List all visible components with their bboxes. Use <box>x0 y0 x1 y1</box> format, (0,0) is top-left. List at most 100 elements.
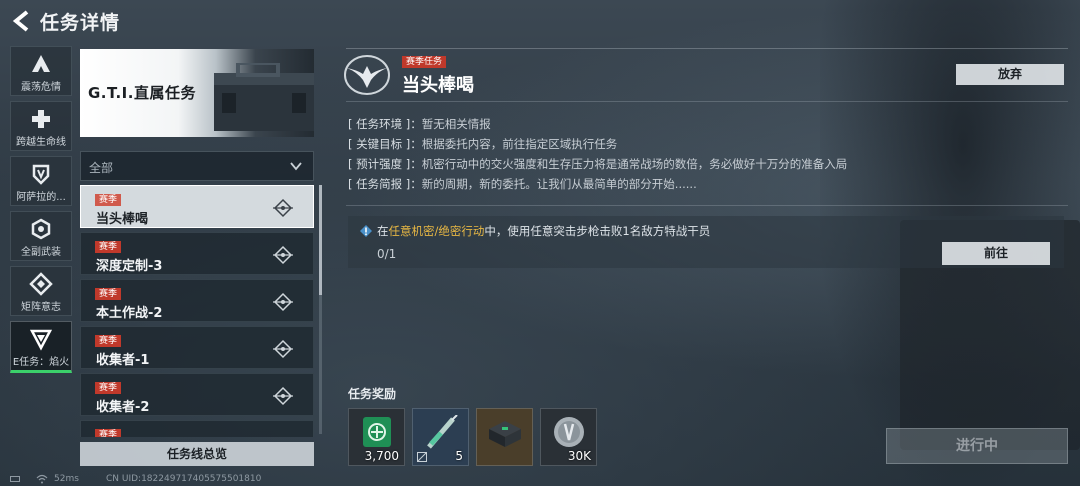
mission-name: 收集者-1 <box>96 353 150 368</box>
info-value: 新的周期，新的委托。让我们从最简单的部分开始...... <box>421 177 697 191</box>
mission-item[interactable]: 赛季 <box>80 420 314 437</box>
info-key: [ 任务环境 ]： <box>348 117 422 131</box>
mission-item[interactable]: 赛季 深度定制-3 <box>80 232 314 275</box>
green-badge-icon <box>363 417 391 447</box>
info-value: 暂无相关情报 <box>421 117 491 131</box>
objective-suffix: 中，使用任意突击步枪击败1名敌方特战干员 <box>484 224 711 238</box>
info-row-environment: [ 任务环境 ]：暂无相关情报 <box>348 114 1068 134</box>
top-bar: 任务详情 <box>0 0 1080 42</box>
chevron-down-icon <box>290 162 302 171</box>
syringe-icon <box>427 415 458 449</box>
rail-item-shockwave[interactable]: 震荡危情 <box>10 46 72 96</box>
mission-line-overview-button[interactable]: 任务线总览 <box>80 442 314 466</box>
info-row-intensity: [ 预计强度 ]：机密行动中的交火强度和生存压力将是通常战场的数倍，务必做好十万… <box>348 154 1068 174</box>
rail-item-fully-armed[interactable]: 全副武装 <box>10 211 72 261</box>
info-key: [ 预计强度 ]： <box>348 157 422 171</box>
reward-qty: 3,700 <box>364 449 399 463</box>
rail-label: 矩阵意志 <box>21 302 61 313</box>
shield-v-icon <box>32 164 50 185</box>
abandon-button[interactable]: 放弃 <box>956 64 1064 85</box>
banner-title: G.T.I.直属任务 <box>88 84 196 102</box>
mission-item[interactable]: 赛季 收集者-1 <box>80 326 314 369</box>
locate-diamond-icon <box>273 198 293 218</box>
reward-slot[interactable] <box>476 408 533 466</box>
reward-qty: 30K <box>567 449 591 463</box>
rail-label: 跨越生命线 <box>16 137 66 148</box>
info-row-key-target: [ 关键目标 ]：根据委托内容，前往指定区域执行任务 <box>348 134 1068 154</box>
plus-cross-icon <box>32 110 50 128</box>
reward-slot[interactable]: 30K <box>540 408 597 466</box>
locate-diamond-icon <box>273 386 293 406</box>
season-tag: 赛季 <box>95 288 122 300</box>
mission-item[interactable]: 赛季 本土作战-2 <box>80 279 314 322</box>
season-tag: 赛季 <box>95 382 122 394</box>
objective-text: 在任意机密/绝密行动中，使用任意突击步枪击败1名敌方特战干员 <box>377 223 710 239</box>
uid-readout: CN UID:18224971740557550181​0 <box>106 474 262 484</box>
locate-diamond-icon <box>273 292 293 312</box>
mission-info: [ 任务环境 ]：暂无相关情报 [ 关键目标 ]：根据委托内容，前往指定区域执行… <box>348 114 1068 194</box>
mission-name: 当头棒喝 <box>96 212 149 227</box>
category-rail: 震荡危情 跨越生命线 阿萨拉的... 全副武装 矩阵意志 E任务：焰火 <box>10 46 72 378</box>
mission-item[interactable]: 赛季 收集者-2 <box>80 373 314 416</box>
diamond-matrix-icon <box>29 272 53 296</box>
delta-a-icon <box>32 55 50 72</box>
season-tag: 赛季 <box>95 241 122 253</box>
mission-line-banner: G.T.I.直属任务 <box>80 49 314 137</box>
mission-name: 深度定制-3 <box>96 259 163 274</box>
mission-name: 收集者-2 <box>96 400 150 415</box>
divider <box>346 48 1068 49</box>
mission-item[interactable]: 赛季 当头棒喝 <box>80 185 314 228</box>
locate-diamond-icon <box>273 245 293 265</box>
mission-filter-dropdown[interactable]: 全部 <box>80 151 314 181</box>
ping-readout: 52ms <box>54 474 79 484</box>
rail-label: E任务：焰火 <box>12 357 70 368</box>
info-row-briefing: [ 任务简报 ]：新的周期，新的委托。让我们从最简单的部分开始...... <box>348 174 1068 194</box>
filter-label: 全部 <box>89 161 114 175</box>
info-key: [ 关键目标 ]： <box>348 137 422 151</box>
bind-slash-icon <box>417 452 427 462</box>
rail-label: 阿萨拉的... <box>16 192 66 203</box>
locate-diamond-icon <box>273 339 293 359</box>
reward-slot[interactable]: 5 <box>412 408 469 466</box>
divider <box>346 101 1068 102</box>
scrollbar-thumb[interactable] <box>319 185 322 295</box>
objective-prefix: 在 <box>377 224 389 238</box>
wifi-icon <box>36 474 48 484</box>
season-tag: 赛季 <box>95 429 122 437</box>
objective-highlight: 任意机密/绝密行动 <box>388 224 485 238</box>
mission-list: 赛季 当头棒喝 赛季 深度定制-3 赛季 本土作战-2 赛季 收集者-1 赛季 … <box>80 185 314 437</box>
goto-button[interactable]: 前往 <box>942 242 1050 265</box>
triangle-v-icon <box>29 329 53 351</box>
mission-name: 本土作战-2 <box>96 306 163 321</box>
battery-icon <box>10 476 20 482</box>
reward-qty: 5 <box>455 449 463 463</box>
in-progress-button[interactable]: 进行中 <box>886 428 1068 464</box>
rewards-heading: 任务奖励 <box>348 387 397 401</box>
back-arrow-icon <box>12 10 29 32</box>
rail-item-matrix-will[interactable]: 矩阵意志 <box>10 266 72 316</box>
objective-progress: 0/1 <box>377 247 397 261</box>
season-task-tag: 赛季任务 <box>402 56 447 68</box>
hex-ring-icon <box>31 218 51 240</box>
info-key: [ 任务简报 ]： <box>348 177 422 191</box>
rail-label: 震荡危情 <box>21 82 61 93</box>
back-button[interactable] <box>10 8 32 34</box>
weapon-case-icon <box>214 63 314 131</box>
info-value: 机密行动中的交火强度和生存压力将是通常战场的数倍，务必做好十万分的准备入局 <box>421 157 848 171</box>
rail-item-fireworks[interactable]: E任务：焰火 <box>10 321 72 373</box>
divider <box>346 205 1068 206</box>
eagle-emblem-icon <box>344 55 390 95</box>
armor-case-icon <box>489 421 521 447</box>
rail-label: 全副武装 <box>21 247 61 258</box>
objective-card: 在任意机密/绝密行动中，使用任意突击步枪击败1名敌方特战干员 0/1 前往 <box>348 216 1064 268</box>
reward-slot[interactable]: 3,700 <box>348 408 405 466</box>
page-title: 任务详情 <box>40 12 121 34</box>
silver-coin-icon <box>554 417 584 447</box>
mission-title: 当头棒喝 <box>402 75 474 96</box>
season-tag: 赛季 <box>95 335 122 347</box>
rail-item-asara[interactable]: 阿萨拉的... <box>10 156 72 206</box>
season-tag: 赛季 <box>95 194 122 206</box>
alert-diamond-icon <box>360 225 372 237</box>
rail-item-lifeline[interactable]: 跨越生命线 <box>10 101 72 151</box>
info-value: 根据委托内容，前往指定区域执行任务 <box>421 137 618 151</box>
